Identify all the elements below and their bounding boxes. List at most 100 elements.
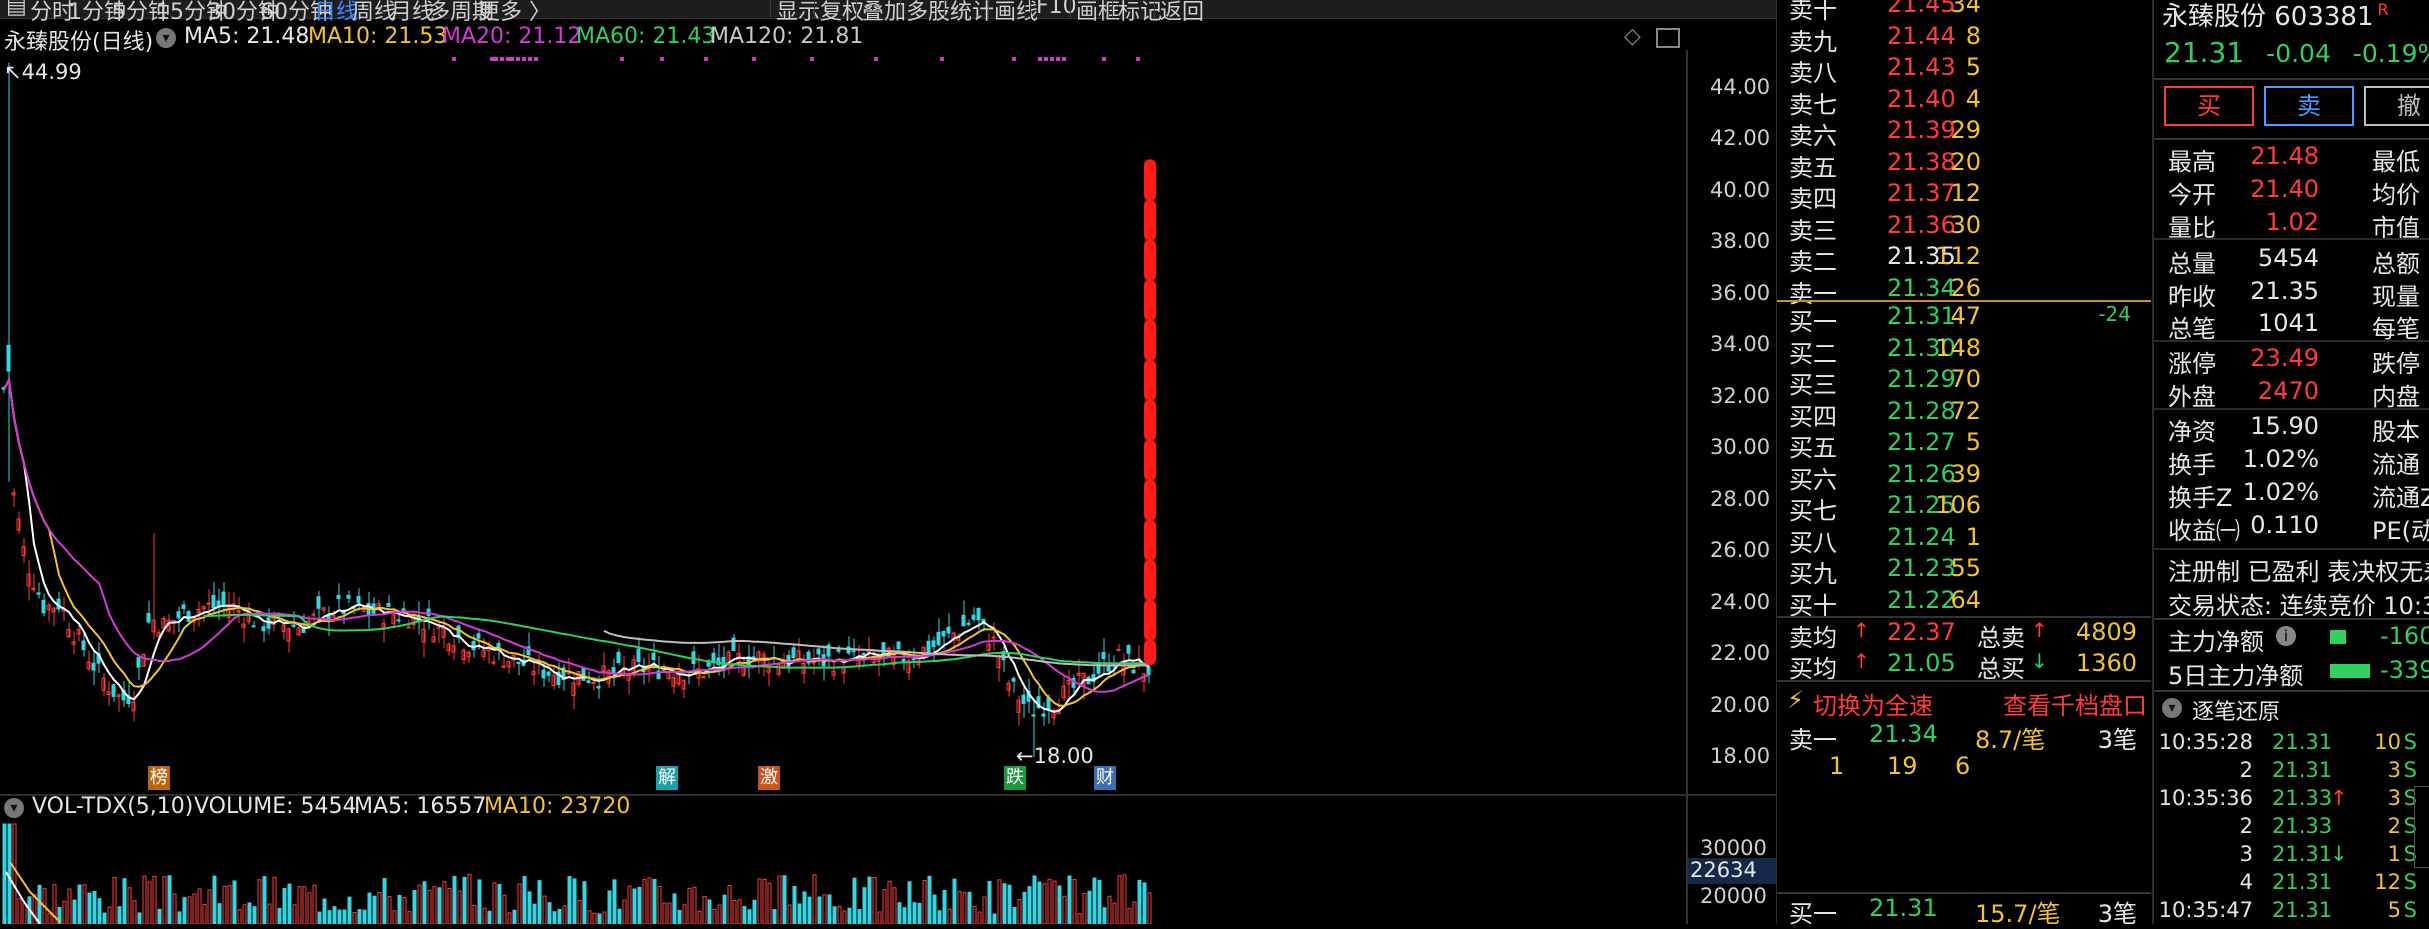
- info-icon[interactable]: i: [2276, 626, 2296, 646]
- tick-volume: 1: [2387, 842, 2401, 866]
- ask-row[interactable]: 卖十 21.45 34: [1777, 0, 2151, 24]
- volume-bar: [732, 900, 737, 924]
- candle-body: [186, 611, 191, 622]
- view-depth-link[interactable]: 查看千档盘口: [2003, 686, 2147, 721]
- volume-bar: [227, 885, 232, 924]
- volume-bar: [892, 887, 897, 924]
- volume-bar: [1082, 893, 1087, 924]
- tick-direction: S: [2403, 898, 2417, 922]
- ask-row[interactable]: 卖八 21.43 5: [1777, 53, 2151, 87]
- window-icon[interactable]: [1656, 28, 1680, 48]
- ask-row[interactable]: 卖三 21.36 30: [1777, 210, 2151, 245]
- tick-volume: 3: [2387, 786, 2401, 810]
- candle-body: [146, 612, 151, 623]
- toolbar-separator: [856, 0, 857, 18]
- event-tag[interactable]: 解: [656, 766, 678, 790]
- volume-bar: [987, 881, 992, 924]
- ask-row[interactable]: 卖四 21.37 12: [1777, 179, 2151, 213]
- buy-button[interactable]: 买: [2164, 86, 2254, 126]
- volume-bar: [307, 892, 312, 924]
- queue-orders: 1 19 6: [1777, 752, 2151, 782]
- main-net5-bar: [2330, 664, 2370, 678]
- stat-value: 1041: [2257, 309, 2319, 337]
- chevron-down-icon[interactable]: ▾: [156, 28, 176, 48]
- bid-row[interactable]: 买九 21.23 55: [1777, 554, 2151, 588]
- event-tag[interactable]: 财: [1094, 766, 1116, 790]
- ask-label: 卖五: [1789, 153, 1837, 182]
- volume-bar: [912, 902, 917, 924]
- switch-speed-link[interactable]: 切换为全速: [1813, 686, 1933, 721]
- bid-row[interactable]: 买二 21.30 148: [1777, 334, 2151, 368]
- volume-bar: [532, 903, 537, 924]
- event-tag[interactable]: 榜: [148, 766, 170, 790]
- cancel-order-button[interactable]: 撤: [2364, 86, 2429, 126]
- bid-row[interactable]: 买四 21.28 72: [1777, 397, 2151, 431]
- candle-body: [836, 649, 841, 652]
- signal-dot: [506, 57, 510, 61]
- candle-body: [356, 595, 361, 604]
- volume-bar: [357, 909, 362, 924]
- signal-dot: [494, 57, 498, 61]
- queue-row: 买一 21.31 15.7/笔 3笔: [1777, 894, 2151, 928]
- toolbar-action-7[interactable]: 画框: [1076, 0, 1120, 26]
- toolbar-action-1[interactable]: 复权: [820, 0, 864, 26]
- tick-time: 2: [2239, 758, 2253, 782]
- chevron-down-icon[interactable]: ▾: [2162, 698, 2182, 718]
- volume-bar: [917, 902, 922, 924]
- volume-bar: [1032, 875, 1037, 924]
- volume-bar: [367, 892, 372, 924]
- bid-row[interactable]: 买一 21.31 47 -24: [1777, 302, 2151, 336]
- toolbar-action-5[interactable]: 画线: [994, 0, 1038, 26]
- bid-row[interactable]: 买七 21.25 106: [1777, 491, 2151, 525]
- candle-body: [206, 602, 211, 605]
- queue-label: 卖一: [1789, 726, 1837, 754]
- ask-volume: 30: [1950, 210, 1981, 239]
- candle-body: [251, 625, 256, 628]
- ask-row[interactable]: 卖六 21.39 29: [1777, 116, 2151, 150]
- ask-row[interactable]: 卖二 21.35 112: [1777, 242, 2151, 276]
- toolbar-action-8[interactable]: 标记: [1118, 0, 1162, 26]
- tick-time: 4: [2239, 870, 2253, 894]
- ask-row[interactable]: 卖七 21.40 4: [1777, 85, 2151, 119]
- volume-bar: [687, 887, 692, 924]
- event-tag[interactable]: 跌: [1004, 766, 1026, 790]
- volume-bar: [1062, 895, 1067, 924]
- volume-bar: [102, 912, 107, 924]
- ticks-header[interactable]: ▾ 逐笔还原: [2154, 694, 2429, 725]
- bid-row[interactable]: 买八 21.24 1: [1777, 523, 2151, 557]
- menu-icon[interactable]: ▤: [6, 0, 27, 19]
- diamond-icon[interactable]: ◇: [1624, 24, 1641, 49]
- chevron-down-icon[interactable]: ▾: [4, 798, 24, 818]
- toolbar-tab-10[interactable]: 更多 〉: [478, 0, 551, 26]
- tick-time: 10:35:28: [2158, 730, 2253, 754]
- arrow-up-icon: ↑: [1853, 618, 1870, 642]
- candlestick-chart[interactable]: [0, 50, 1690, 795]
- volume-bar: [592, 912, 597, 924]
- tick-price: 21.31: [2272, 758, 2333, 782]
- ask-volume: 34: [1950, 0, 1981, 18]
- candle-body: [346, 594, 351, 599]
- signal-dot: [940, 57, 944, 61]
- bid-row[interactable]: 买五 21.27 5: [1777, 428, 2151, 462]
- event-tag[interactable]: 激: [758, 766, 780, 790]
- ask-row[interactable]: 卖一 21.34 26: [1777, 274, 2151, 308]
- candle-body: [911, 658, 916, 661]
- ask-row[interactable]: 卖九 21.44 8: [1777, 22, 2151, 56]
- bid-row[interactable]: 买三 21.29 70: [1777, 365, 2151, 399]
- volume-bar: [862, 887, 867, 924]
- bid-row[interactable]: 买十 21.22 64: [1777, 586, 2151, 620]
- candle-body: [221, 591, 226, 606]
- volume-bar: [427, 889, 432, 924]
- quote-price: 21.31 -0.04 -0.19%: [2164, 36, 2429, 69]
- candle-body: [211, 594, 216, 609]
- sell-button[interactable]: 卖: [2264, 86, 2354, 126]
- trading-status: 交易状态: 连续竞价 10:3: [2168, 592, 2429, 620]
- stat-label: 每笔: [2372, 315, 2420, 343]
- tick-scrollbar[interactable]: [2414, 786, 2429, 868]
- volume-bar: [682, 904, 687, 924]
- toolbar-action-9[interactable]: 返回: [1160, 0, 1204, 26]
- stat-label: 换手: [2168, 451, 2216, 479]
- bid-row[interactable]: 买六 21.26 39: [1777, 460, 2151, 494]
- ask-row[interactable]: 卖五 21.38 20: [1777, 148, 2151, 182]
- volume-chart[interactable]: [0, 822, 1686, 924]
